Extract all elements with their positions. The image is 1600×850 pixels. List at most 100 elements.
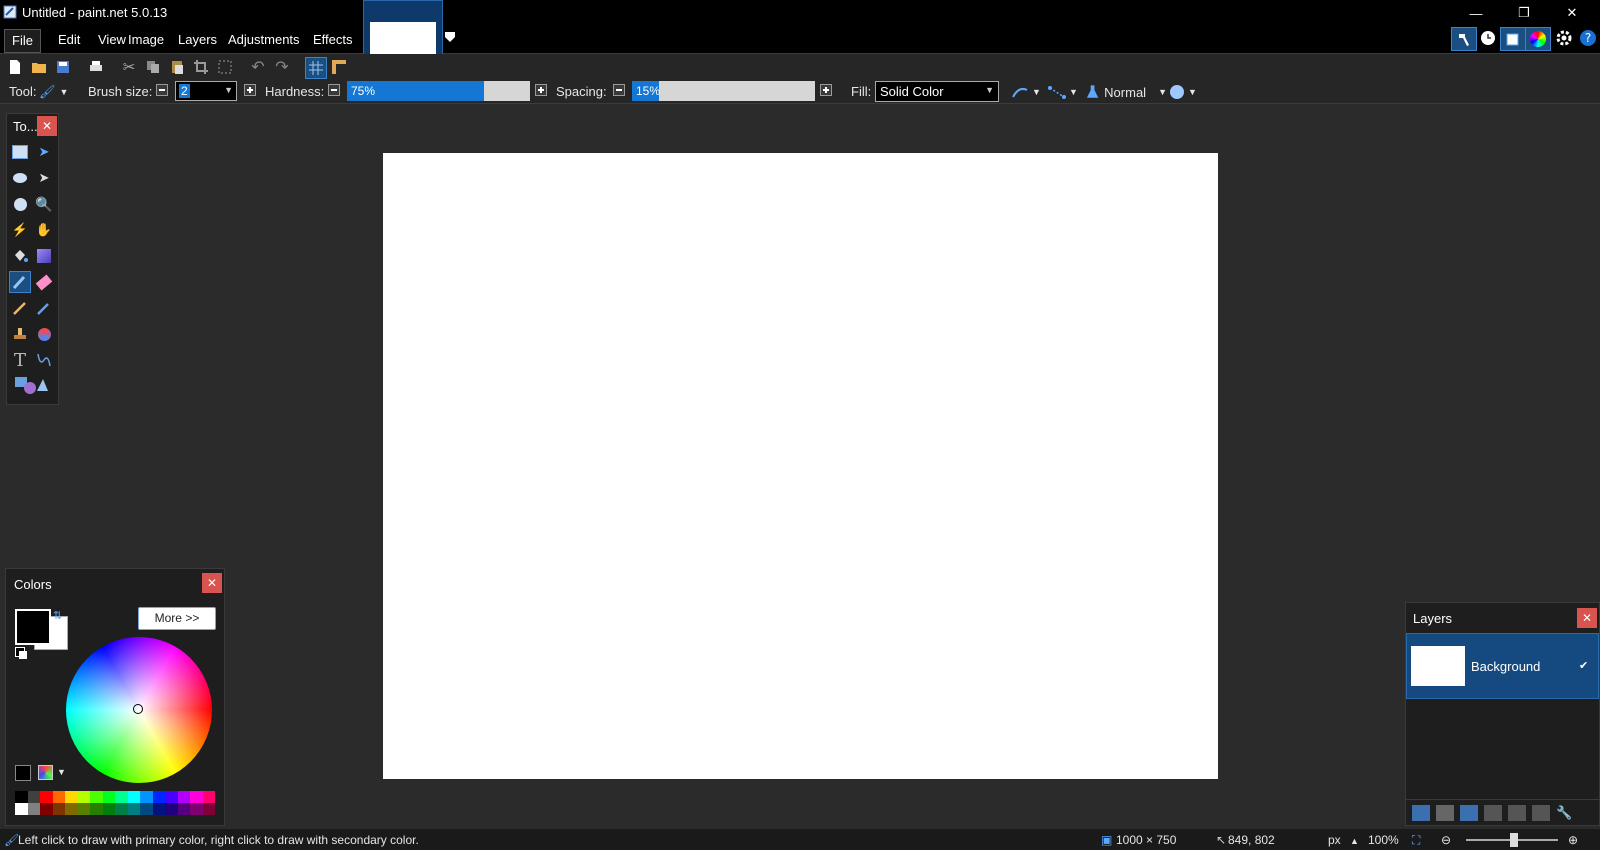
brush-size-decrease[interactable] [156,84,168,96]
history-window-toggle[interactable] [1476,27,1500,49]
undo-button[interactable]: ↶ [248,57,268,77]
palette-swatch-top-14[interactable] [190,791,203,803]
palette-swatch-top-7[interactable] [102,791,115,803]
hardness-slider[interactable]: 75% [347,81,530,101]
palette-swatch-top-10[interactable] [140,791,153,803]
palette-swatch-top-2[interactable] [40,791,53,803]
palette-swatch-top-15[interactable] [202,791,215,803]
open-button[interactable] [29,57,49,77]
menu-image[interactable]: Image [121,29,171,51]
palette-swatch-top-12[interactable] [165,791,178,803]
tool-ellipse-select[interactable] [9,193,31,215]
spacing-decrease[interactable] [613,84,625,96]
help-button[interactable]: ? [1576,27,1600,49]
menu-layers[interactable]: Layers [171,29,224,51]
blend-mode-selector[interactable]: Normal ▼ [1085,82,1167,102]
paste-button[interactable] [167,57,187,77]
layers-panel-close[interactable]: ✕ [1577,608,1597,628]
palette-swatch-bottom-4[interactable] [65,803,78,815]
move-layer-up-icon[interactable] [1508,804,1526,821]
primary-color-swatch[interactable] [15,609,51,645]
zoom-slider[interactable] [1466,833,1558,847]
tool-zoom[interactable]: 🔍 [33,193,55,215]
tool-shapes[interactable] [12,374,50,396]
shield-dropdown-icon[interactable] [444,30,456,44]
palette-swatch-bottom-9[interactable] [127,803,140,815]
zoom-slider-thumb[interactable] [1510,833,1518,847]
color-wheel-cursor[interactable] [133,704,143,714]
reset-colors-icon[interactable] [15,647,27,659]
spacing-increase[interactable] [820,84,832,96]
cut-button[interactable]: ✂ [119,57,139,77]
palette-swatch-bottom-5[interactable] [77,803,90,815]
tool-text[interactable]: T [9,349,31,371]
zoom-out-icon[interactable]: ⊖ [1441,833,1451,847]
deselect-button[interactable] [215,57,235,77]
close-window-button[interactable]: ✕ [1549,0,1595,26]
tool-rectangle-select[interactable] [9,141,31,163]
palette-swatch-top-9[interactable] [127,791,140,803]
palette-swatch-bottom-3[interactable] [52,803,65,815]
colors-panel-close[interactable]: ✕ [202,573,222,593]
print-button[interactable] [86,57,106,77]
palette-swatch-bottom-0[interactable] [15,803,28,815]
palette-swatch-bottom-11[interactable] [152,803,165,815]
tool-lasso-select[interactable] [9,167,31,189]
duplicate-layer-icon[interactable] [1460,804,1478,821]
tools-panel-close[interactable]: ✕ [37,116,57,136]
add-to-palette-icon[interactable] [15,765,31,781]
more-colors-button[interactable]: More >> [138,607,216,630]
merge-layer-down-icon[interactable] [1484,804,1502,821]
tool-line-curve[interactable] [33,349,55,371]
palette-menu[interactable]: ▼ [38,764,68,780]
tool-magic-wand[interactable]: ⚡ [9,219,31,241]
copy-button[interactable] [143,57,163,77]
antialiasing-selector[interactable]: ▼ [1011,83,1045,101]
palette-swatch-bottom-1[interactable] [27,803,40,815]
crop-button[interactable] [191,57,211,77]
menu-edit[interactable]: Edit [51,29,87,51]
tool-move-selection[interactable]: ➤ [33,167,55,189]
hardness-increase[interactable] [535,84,547,96]
palette-swatch-bottom-15[interactable] [202,803,215,815]
palette-swatch-top-3[interactable] [52,791,65,803]
add-layer-icon[interactable] [1412,804,1430,821]
colors-window-toggle[interactable] [1525,27,1551,51]
tool-clone-stamp[interactable] [9,323,31,345]
fill-select[interactable]: Solid Color ▼ [875,81,999,102]
layer-visibility-checkbox[interactable]: ✔ [1579,659,1592,672]
menu-effects[interactable]: Effects [306,29,360,51]
shape-draw-selector[interactable]: ▼ [1048,83,1082,101]
rulers-toggle[interactable] [329,57,349,77]
palette-swatch-top-11[interactable] [152,791,165,803]
palette-swatch-bottom-12[interactable] [165,803,178,815]
hardness-decrease[interactable] [328,84,340,96]
tool-color-picker[interactable] [33,297,55,319]
new-button[interactable] [5,57,25,77]
tool-gradient[interactable] [33,245,55,267]
minimize-button[interactable]: — [1453,0,1499,26]
alpha-blending-selector[interactable]: ▼ [1170,82,1204,102]
palette-swatch-bottom-7[interactable] [102,803,115,815]
chevron-down-icon[interactable]: ▼ [224,85,233,95]
menu-adjustments[interactable]: Adjustments [221,29,307,51]
menu-file[interactable]: File [4,29,41,53]
zoom-in-icon[interactable]: ⊕ [1568,833,1578,847]
tool-selector[interactable]: 🖌 ▼ [39,83,71,101]
image-canvas[interactable] [383,153,1218,779]
redo-button[interactable]: ↷ [272,57,292,77]
palette-swatch-top-0[interactable] [15,791,28,803]
spacing-slider[interactable]: 15% [632,81,815,101]
pixel-grid-toggle[interactable] [305,57,327,79]
tool-eraser[interactable] [33,271,55,293]
color-wheel[interactable] [66,637,212,783]
layer-item[interactable]: Background ✔ [1406,633,1599,699]
restore-button[interactable]: ❐ [1501,0,1547,26]
tools-window-toggle[interactable] [1451,27,1477,51]
move-layer-down-icon[interactable] [1532,804,1550,821]
palette-swatch-top-6[interactable] [90,791,103,803]
zoom-level[interactable]: 100% [1368,833,1399,847]
tool-pencil[interactable] [9,297,31,319]
brush-size-increase[interactable] [244,84,256,96]
palette-swatch-top-13[interactable] [177,791,190,803]
